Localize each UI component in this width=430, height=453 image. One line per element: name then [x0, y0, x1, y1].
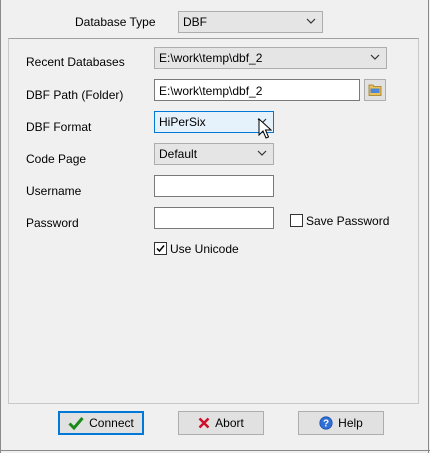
dbf-path-input[interactable]: [154, 79, 360, 101]
x-icon: [198, 417, 210, 429]
recent-databases-label: Recent Databases: [26, 55, 125, 69]
dbf-format-select[interactable]: HiPerSix: [154, 111, 274, 133]
username-label: Username: [26, 184, 82, 198]
check-icon: [68, 417, 84, 430]
help-button-label: Help: [338, 416, 363, 430]
code-page-select[interactable]: Default: [154, 143, 274, 165]
browse-folder-button[interactable]: [364, 79, 386, 101]
database-type-label: Database Type: [75, 15, 156, 29]
svg-text:?: ?: [323, 419, 329, 430]
folder-browse-icon: [368, 84, 382, 96]
checkmark-icon: [156, 245, 165, 253]
database-type-select[interactable]: DBF: [178, 11, 323, 33]
dbf-path-label: DBF Path (Folder): [26, 88, 124, 102]
username-input[interactable]: [154, 175, 274, 197]
password-label: Password: [26, 216, 79, 230]
database-type-value: DBF: [183, 15, 207, 29]
save-password-checkbox[interactable]: [290, 214, 303, 227]
password-input[interactable]: [154, 207, 274, 229]
abort-button[interactable]: Abort: [178, 411, 264, 435]
connect-button-label: Connect: [89, 416, 134, 430]
dbf-format-label: DBF Format: [26, 120, 92, 134]
help-button[interactable]: ? Help: [298, 411, 384, 435]
abort-button-label: Abort: [215, 416, 244, 430]
dbf-format-value: HiPerSix: [159, 115, 206, 129]
recent-databases-select[interactable]: E:\work\temp\dbf_2: [154, 47, 387, 69]
code-page-label: Code Page: [26, 152, 87, 166]
code-page-value: Default: [159, 147, 198, 161]
save-password-label[interactable]: Save Password: [306, 214, 389, 228]
chevron-down-icon: [257, 150, 267, 156]
chevron-down-icon: [370, 54, 380, 60]
window-bottom-edge: [0, 450, 430, 451]
connect-button[interactable]: Connect: [58, 411, 144, 435]
mouse-pointer-icon: [258, 118, 272, 139]
use-unicode-checkbox[interactable]: [154, 242, 167, 255]
window-left-edge: [0, 0, 1, 453]
help-icon: ?: [319, 416, 333, 430]
chevron-down-icon: [306, 18, 316, 24]
use-unicode-label[interactable]: Use Unicode: [170, 242, 239, 256]
recent-databases-value: E:\work\temp\dbf_2: [159, 51, 263, 65]
window-right-edge: [428, 0, 429, 453]
